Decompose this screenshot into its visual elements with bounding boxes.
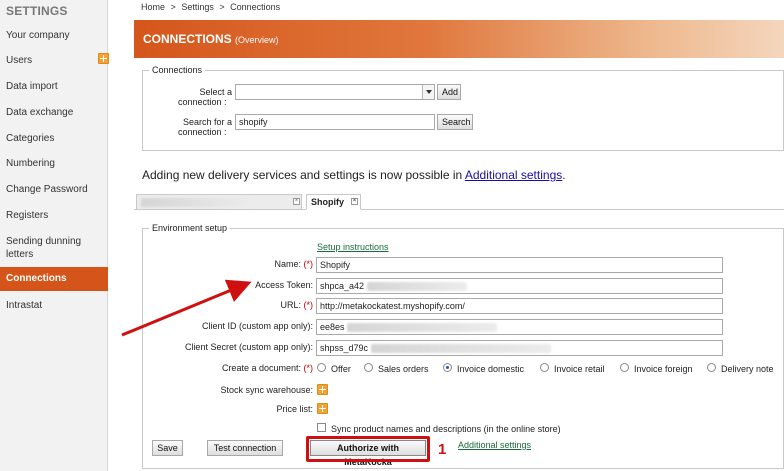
annotation-number: 1 — [438, 441, 447, 458]
sidebar-title: SETTINGS — [6, 4, 68, 18]
sidebar-item-registers[interactable]: Registers — [0, 209, 108, 222]
redacted-text — [347, 323, 498, 333]
chevron-down-icon[interactable] — [422, 85, 434, 99]
radio-offer[interactable] — [317, 363, 326, 372]
page-subtitle: (Overview) — [235, 35, 279, 45]
tab-hidden-connection[interactable]: × — [136, 194, 302, 210]
search-button[interactable]: Search — [437, 114, 473, 130]
radio-delivery-note-label: Delivery note — [721, 364, 774, 374]
additional-settings-link-bottom[interactable]: Additional settings — [458, 440, 531, 450]
radio-sales-orders-label: Sales orders — [378, 364, 429, 374]
save-button[interactable]: Save — [152, 440, 183, 456]
access-token-label: Access Token: — [255, 280, 313, 290]
close-icon[interactable]: × — [351, 198, 358, 205]
search-label-line-1: Search for a — [182, 117, 232, 127]
radio-delivery-note[interactable] — [707, 363, 716, 372]
radio-invoice-domestic[interactable] — [443, 363, 452, 372]
page-title-text: CONNECTIONS — [143, 32, 232, 46]
client-secret-input[interactable]: shpss_d79c — [316, 340, 723, 356]
radio-invoice-foreign-label: Invoice foreign — [634, 364, 693, 374]
required-mark: (*) — [303, 300, 314, 310]
sidebar-item-categories[interactable]: Categories — [0, 132, 108, 145]
sidebar-item-your-company[interactable]: Your company — [0, 29, 108, 42]
breadcrumb-separator: > — [170, 2, 176, 12]
redacted-text — [370, 344, 551, 354]
url-input[interactable]: http://metakockatest.myshopify.com/ — [316, 298, 723, 314]
tab-label: Shopify — [311, 197, 344, 207]
breadcrumb-home[interactable]: Home — [141, 2, 165, 12]
info-end: . — [562, 168, 566, 182]
add-warehouse-icon[interactable] — [317, 384, 328, 395]
sidebar-item-label: Users — [6, 55, 33, 66]
tab-shopify[interactable]: Shopify × — [306, 194, 361, 210]
access-token-value: shpca_a42 — [320, 281, 365, 291]
select-label-line-2: connection : — [178, 97, 227, 107]
setup-instructions-link[interactable]: Setup instructions — [317, 242, 389, 252]
sidebar-item-data-import[interactable]: Data import — [0, 80, 108, 93]
name-input[interactable]: Shopify — [316, 257, 723, 273]
radio-offer-label: Offer — [331, 364, 351, 374]
connections-fieldset: Connections — [142, 65, 784, 151]
page-title: CONNECTIONS (Overview) — [143, 32, 279, 46]
sidebar-item-users[interactable]: Users — [0, 54, 108, 67]
sidebar-item-sending-dunning-letters[interactable]: Sending dunning letters — [0, 235, 90, 261]
sync-product-names-checkbox[interactable] — [317, 423, 326, 432]
environment-legend: Environment setup — [152, 223, 228, 233]
required-mark: (*) — [303, 363, 314, 373]
breadcrumb-separator: > — [219, 2, 225, 12]
client-id-value: ee8es — [320, 322, 345, 332]
breadcrumb-settings[interactable]: Settings — [181, 2, 214, 12]
info-message: Adding new delivery services and setting… — [142, 168, 566, 182]
sidebar-item-intrastat[interactable]: Intrastat — [0, 299, 108, 312]
url-label-text: URL: — [280, 300, 301, 310]
access-token-input[interactable]: shpca_a42 — [316, 278, 723, 294]
client-secret-label: Client Secret (custom app only): — [184, 342, 313, 352]
sidebar: SETTINGS Your company Users Data import … — [0, 0, 109, 471]
select-connection-label: Select a connection : — [150, 87, 232, 107]
radio-sales-orders[interactable] — [364, 363, 373, 372]
add-button[interactable]: Add — [437, 84, 461, 100]
search-connection-label: Search for a connection : — [150, 117, 232, 137]
connections-legend: Connections — [152, 65, 203, 75]
create-document-label-text: Create a document: — [221, 363, 301, 373]
sync-product-names-label: Sync product names and descriptions (in … — [331, 424, 561, 434]
radio-invoice-retail-label: Invoice retail — [554, 364, 605, 374]
search-connection-input[interactable]: shopify — [235, 114, 435, 130]
sidebar-item-numbering[interactable]: Numbering — [0, 157, 108, 170]
name-label-text: Name: — [274, 259, 301, 269]
radio-invoice-domestic-label: Invoice domestic — [457, 364, 525, 374]
add-price-list-icon[interactable] — [317, 403, 328, 414]
client-id-input[interactable]: ee8es — [316, 319, 723, 335]
create-document-label: Create a document: (*) — [160, 363, 313, 373]
info-text: Adding new delivery services and setting… — [142, 168, 465, 182]
close-icon[interactable]: × — [293, 198, 300, 205]
stock-sync-label: Stock sync warehouse: — [220, 385, 313, 395]
breadcrumb: Home > Settings > Connections — [141, 2, 280, 12]
sidebar-item-connections[interactable]: Connections — [0, 267, 108, 291]
breadcrumb-current: Connections — [230, 2, 281, 12]
additional-settings-link[interactable]: Additional settings — [465, 168, 562, 182]
client-secret-value: shpss_d79c — [320, 343, 369, 353]
redacted-text — [141, 198, 253, 208]
highlight-frame — [306, 436, 430, 462]
radio-invoice-foreign[interactable] — [620, 363, 629, 372]
radio-invoice-retail[interactable] — [540, 363, 549, 372]
search-label-line-2: connection : — [178, 127, 227, 137]
select-label-line-1: Select a — [199, 87, 232, 97]
sidebar-item-data-exchange[interactable]: Data exchange — [0, 106, 108, 119]
price-list-label: Price list: — [276, 404, 313, 414]
client-id-label: Client ID (custom app only): — [201, 321, 313, 331]
url-label: URL: (*) — [160, 300, 313, 310]
page-banner: CONNECTIONS (Overview) — [134, 20, 784, 58]
add-user-icon[interactable] — [98, 53, 109, 64]
name-label: Name: (*) — [160, 259, 313, 269]
tab-bar: × Shopify × — [134, 194, 784, 210]
test-connection-button[interactable]: Test connection — [207, 440, 283, 456]
connection-select[interactable] — [235, 84, 435, 100]
required-mark: (*) — [303, 259, 314, 269]
redacted-text — [366, 282, 467, 292]
sidebar-item-change-password[interactable]: Change Password — [0, 183, 108, 196]
